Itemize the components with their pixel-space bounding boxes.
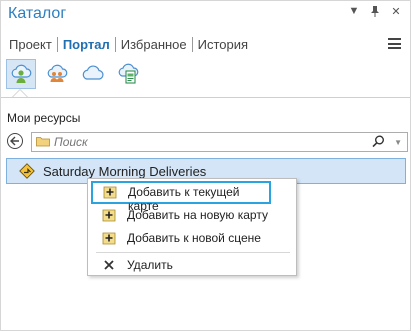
add-data-icon (102, 209, 116, 222)
window-controls: ▼ ✕ (348, 5, 402, 20)
close-icon[interactable]: ✕ (390, 5, 402, 20)
menu-item-add-to-new-scene[interactable]: Добавить к новой сцене (88, 227, 296, 249)
list-item-label: Saturday Morning Deliveries (43, 163, 207, 179)
groups-button[interactable] (42, 59, 72, 89)
my-content-button[interactable] (6, 59, 36, 89)
search-input[interactable] (54, 133, 354, 150)
add-data-icon (103, 186, 117, 199)
delete-x-icon (104, 260, 114, 270)
menu-item-add-to-new-map[interactable]: Добавить на новую карту (88, 204, 296, 226)
options-dropdown-icon[interactable]: ▼ (348, 5, 360, 20)
organization-button[interactable] (78, 59, 108, 89)
folder-icon (36, 137, 50, 147)
cloud-icon (82, 65, 104, 80)
add-data-icon (102, 232, 116, 245)
tab-favorites[interactable]: Избранное (121, 37, 187, 52)
menu-separator (96, 252, 290, 253)
menu-item-delete[interactable]: Удалить (88, 254, 296, 276)
menu-item-label: Добавить к новой сцене (127, 231, 261, 245)
cloud-document-icon (118, 63, 139, 84)
tab-separator (56, 37, 58, 52)
search-box[interactable]: ▼ (31, 132, 408, 152)
cloud-user-icon (11, 64, 32, 83)
back-arrow-icon (10, 136, 19, 146)
portal-source-toolbar (6, 59, 144, 89)
tab-project[interactable]: Проект (9, 37, 52, 52)
network-dataset-icon (19, 163, 35, 179)
search-icon[interactable] (372, 135, 385, 148)
search-options-dropdown-icon[interactable]: ▼ (394, 138, 402, 147)
catalog-pane: Каталог ▼ ✕ Проект Портал Избранное Исто… (0, 0, 411, 331)
living-atlas-button[interactable] (114, 59, 144, 89)
pin-icon[interactable] (369, 5, 381, 20)
pane-title: Каталог (8, 5, 67, 22)
tab-separator (114, 37, 116, 52)
tab-history[interactable]: История (198, 37, 248, 52)
selection-pointer (12, 89, 28, 97)
menu-item-label: Добавить на новую карту (127, 208, 268, 222)
section-title: Мои ресурсы (7, 111, 81, 125)
tab-portal[interactable]: Портал (63, 37, 110, 52)
menu-item-label: Удалить (127, 258, 173, 272)
menu-icon[interactable] (388, 38, 401, 49)
catalog-tabs: Проект Портал Избранное История (9, 37, 248, 52)
context-menu: Добавить к текущей карте Добавить на нов… (87, 178, 297, 276)
divider (1, 97, 410, 98)
tab-separator (191, 37, 193, 52)
back-button[interactable] (7, 133, 23, 149)
menu-item-add-to-current-map[interactable]: Добавить к текущей карте (91, 181, 271, 213)
pane-titlebar: Каталог ▼ ✕ (1, 1, 410, 29)
cloud-group-icon (47, 64, 68, 82)
